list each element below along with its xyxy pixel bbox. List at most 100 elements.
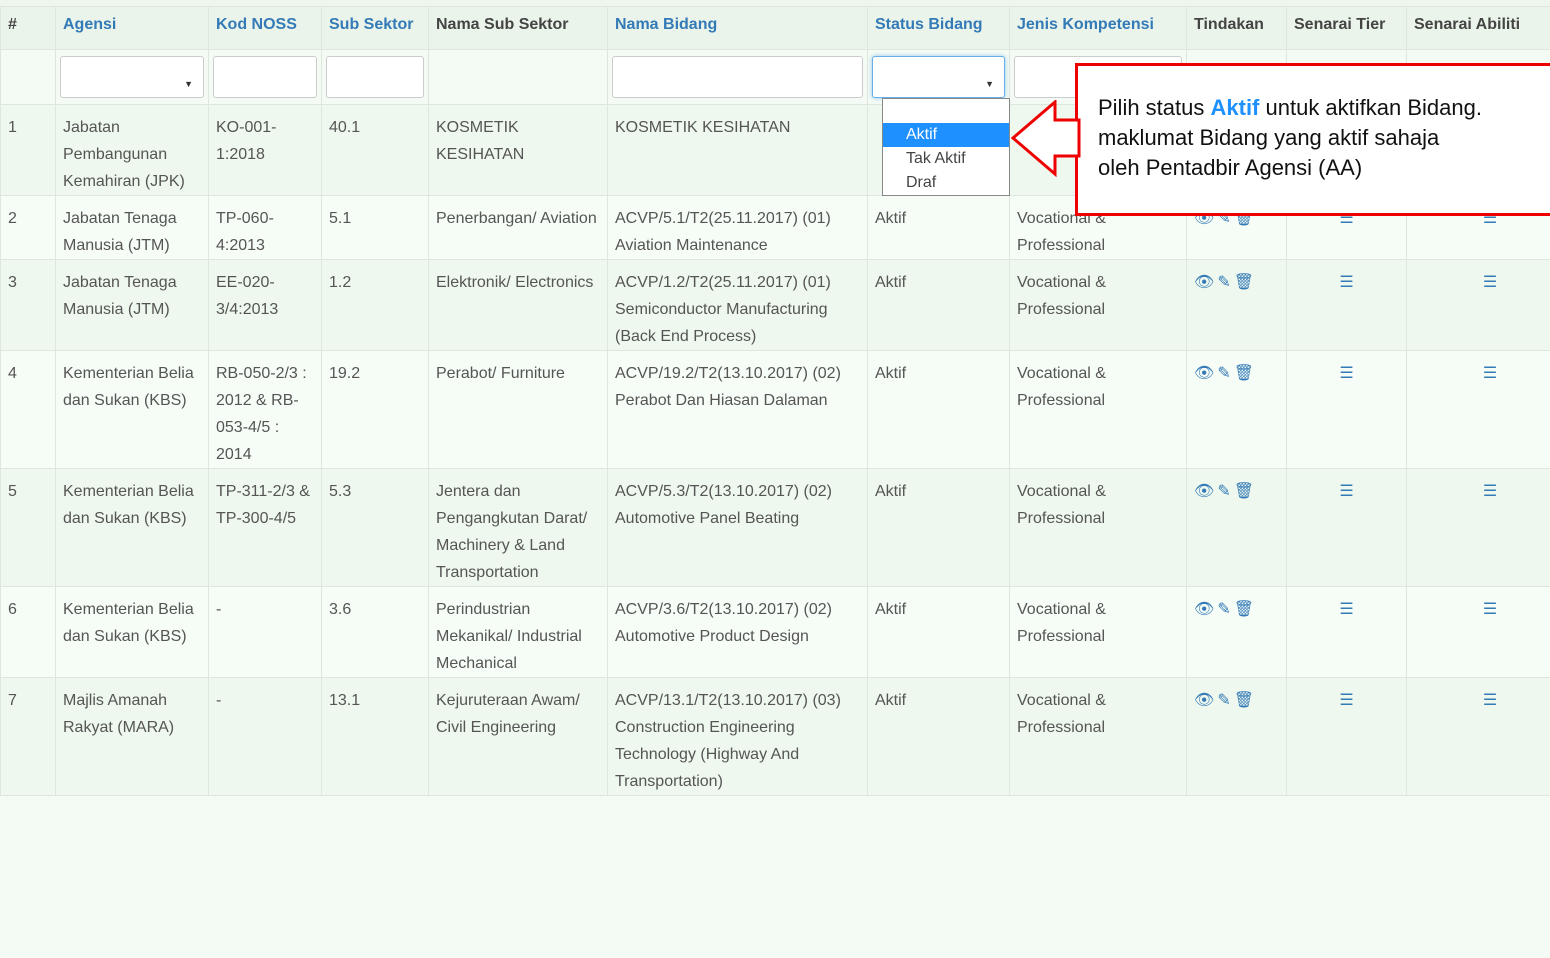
col-tindakan-header: Tindakan	[1186, 6, 1287, 50]
list-icon[interactable]: ☰	[1414, 478, 1550, 505]
eye-icon[interactable]: 👁︎	[1194, 269, 1217, 296]
row-number: 2	[0, 195, 56, 260]
pencil-icon[interactable]: ✎	[1217, 269, 1233, 296]
row-number: 4	[0, 350, 56, 469]
eye-icon[interactable]: 👁︎	[1194, 596, 1217, 623]
status-bidang-cell: Aktif	[867, 677, 1010, 796]
row-number: 3	[0, 259, 56, 351]
nama-bidang-cell: KOSMETIK KESIHATAN	[607, 104, 868, 196]
eye-icon[interactable]: 👁︎	[1194, 478, 1217, 505]
col-status-bidang-header[interactable]: Status Bidang	[867, 6, 1010, 50]
list-icon[interactable]: ☰	[1294, 596, 1399, 623]
list-icon[interactable]: ☰	[1414, 596, 1550, 623]
nama-sub-sektor-cell: Perabot/ Furniture	[428, 350, 608, 469]
dropdown-option-aktif[interactable]: Aktif	[883, 123, 1009, 147]
nama-sub-sektor-cell: Jentera dan Pengangkutan Darat/ Machiner…	[428, 468, 608, 587]
sub-sektor-cell: 19.2	[321, 350, 429, 469]
nama-sub-sektor-cell: Elektronik/ Electronics	[428, 259, 608, 351]
kod-noss-filter-input[interactable]	[213, 56, 317, 98]
tindakan-cell: 👁︎✎🗑︎	[1186, 586, 1287, 678]
status-bidang-cell: Aktif	[867, 586, 1010, 678]
trash-icon[interactable]: 🗑︎	[1234, 478, 1257, 505]
sub-sektor-cell: 5.1	[321, 195, 429, 260]
agensi-cell: Jabatan Tenaga Manusia (JTM)	[55, 259, 209, 351]
nama-sub-sektor-cell: Penerbangan/ Aviation	[428, 195, 608, 260]
dropdown-option-tak-aktif[interactable]: Tak Aktif	[883, 147, 1009, 171]
senarai-abiliti-cell: ☰	[1406, 468, 1550, 587]
sub-sektor-cell: 13.1	[321, 677, 429, 796]
col-agensi-header[interactable]: Agensi	[55, 6, 209, 50]
nama-bidang-filter-input[interactable]	[612, 56, 863, 98]
kod-noss-cell: TP-060-4:2013	[208, 195, 322, 260]
eye-icon[interactable]: 👁︎	[1194, 360, 1217, 387]
list-icon[interactable]: ☰	[1294, 687, 1399, 714]
jenis-kompetensi-cell: Vocational & Professional	[1009, 586, 1187, 678]
col-kod-noss-header[interactable]: Kod NOSS	[208, 6, 322, 50]
trash-icon[interactable]: 🗑︎	[1234, 360, 1257, 387]
pencil-icon[interactable]: ✎	[1217, 478, 1233, 505]
senarai-tier-cell: ☰	[1286, 468, 1407, 587]
table-row: 3 Jabatan Tenaga Manusia (JTM) EE-020-3/4:…	[0, 259, 1550, 351]
trash-icon[interactable]: 🗑︎	[1234, 687, 1257, 714]
sub-sektor-cell: 1.2	[321, 259, 429, 351]
kod-noss-cell: RB-050-2/3 : 2012 & RB-053-4/5 : 2014	[208, 350, 322, 469]
list-icon[interactable]: ☰	[1414, 360, 1550, 387]
senarai-tier-cell: ☰	[1286, 677, 1407, 796]
jenis-kompetensi-cell: Vocational & Professional	[1009, 468, 1187, 587]
table-row: 7 Majlis Amanah Rakyat (MARA) -13.1 Kejurut…	[0, 677, 1550, 796]
table-row: 4 Kementerian Belia dan Sukan (KBS) RB-050…	[0, 350, 1550, 469]
senarai-abiliti-cell: ☰	[1406, 259, 1550, 351]
agensi-cell: Jabatan Pembangunan Kemahiran (JPK)	[55, 104, 209, 196]
pencil-icon[interactable]: ✎	[1217, 687, 1233, 714]
pencil-icon[interactable]: ✎	[1217, 596, 1233, 623]
tindakan-cell: 👁︎✎🗑︎	[1186, 259, 1287, 351]
list-icon[interactable]: ☰	[1414, 687, 1550, 714]
nama-bidang-cell: ACVP/5.3/T2(13.10.2017) (02) Automotive …	[607, 468, 868, 587]
dropdown-option-blank[interactable]	[883, 99, 1009, 123]
kod-noss-cell: KO-001-1:2018	[208, 104, 322, 196]
list-icon[interactable]: ☰	[1294, 478, 1399, 505]
sub-sektor-filter-input[interactable]	[326, 56, 424, 98]
list-icon[interactable]: ☰	[1414, 269, 1550, 296]
trash-icon[interactable]: 🗑︎	[1234, 269, 1257, 296]
senarai-abiliti-cell: ☰	[1406, 350, 1550, 469]
callout-arrow	[1011, 100, 1081, 178]
status-bidang-cell: Aktif	[867, 350, 1010, 469]
col-sub-sektor-header[interactable]: Sub Sektor	[321, 6, 429, 50]
nama-bidang-cell: ACVP/1.2/T2(25.11.2017) (01) Semiconduct…	[607, 259, 868, 351]
caret-down-icon: ▼	[184, 79, 193, 89]
agensi-filter-select[interactable]: ▼	[60, 56, 204, 98]
trash-icon[interactable]: 🗑︎	[1234, 596, 1257, 623]
senarai-abiliti-cell: ☰	[1406, 586, 1550, 678]
col-jenis-kompetensi-header[interactable]: Jenis Kompetensi	[1009, 6, 1187, 50]
row-number: 1	[0, 104, 56, 196]
status-bidang-filter-select[interactable]: ▼	[872, 56, 1005, 98]
nama-bidang-cell: ACVP/19.2/T2(13.10.2017) (02) Perabot Da…	[607, 350, 868, 469]
col-nama-bidang-header[interactable]: Nama Bidang	[607, 6, 868, 50]
senarai-tier-cell: ☰	[1286, 350, 1407, 469]
agensi-cell: Majlis Amanah Rakyat (MARA)	[55, 677, 209, 796]
dropdown-option-draf[interactable]: Draf	[883, 171, 1009, 195]
jenis-kompetensi-cell: Vocational & Professional	[1009, 350, 1187, 469]
row-number: 7	[0, 677, 56, 796]
nama-sub-sektor-cell: KOSMETIK KESIHATAN	[428, 104, 608, 196]
status-bidang-cell: Aktif	[867, 468, 1010, 587]
senarai-abiliti-cell: ☰	[1406, 677, 1550, 796]
status-bidang-cell: Aktif	[867, 195, 1010, 260]
tindakan-cell: 👁︎✎🗑︎	[1186, 350, 1287, 469]
nama-bidang-cell: ACVP/13.1/T2(13.10.2017) (03) Constructi…	[607, 677, 868, 796]
col-no-header: #	[0, 6, 56, 50]
tindakan-cell: 👁︎✎🗑︎	[1186, 677, 1287, 796]
list-icon[interactable]: ☰	[1294, 360, 1399, 387]
eye-icon[interactable]: 👁︎	[1194, 687, 1217, 714]
pencil-icon[interactable]: ✎	[1217, 360, 1233, 387]
nama-bidang-cell: ACVP/3.6/T2(13.10.2017) (02) Automotive …	[607, 586, 868, 678]
kod-noss-cell: TP-311-2/3 & TP-300-4/5	[208, 468, 322, 587]
status-dropdown-list: Aktif Tak Aktif Draf	[882, 98, 1010, 196]
table-row: 6 Kementerian Belia dan Sukan (KBS) -3.6 Pe…	[0, 586, 1550, 678]
nama-bidang-cell: ACVP/5.1/T2(25.11.2017) (01) Aviation Ma…	[607, 195, 868, 260]
callout-line-2: maklumat Bidang yang aktif sahaja	[1098, 125, 1440, 150]
list-icon[interactable]: ☰	[1294, 269, 1399, 296]
caret-down-icon: ▼	[985, 79, 994, 89]
callout-highlight: Aktif	[1210, 95, 1260, 120]
